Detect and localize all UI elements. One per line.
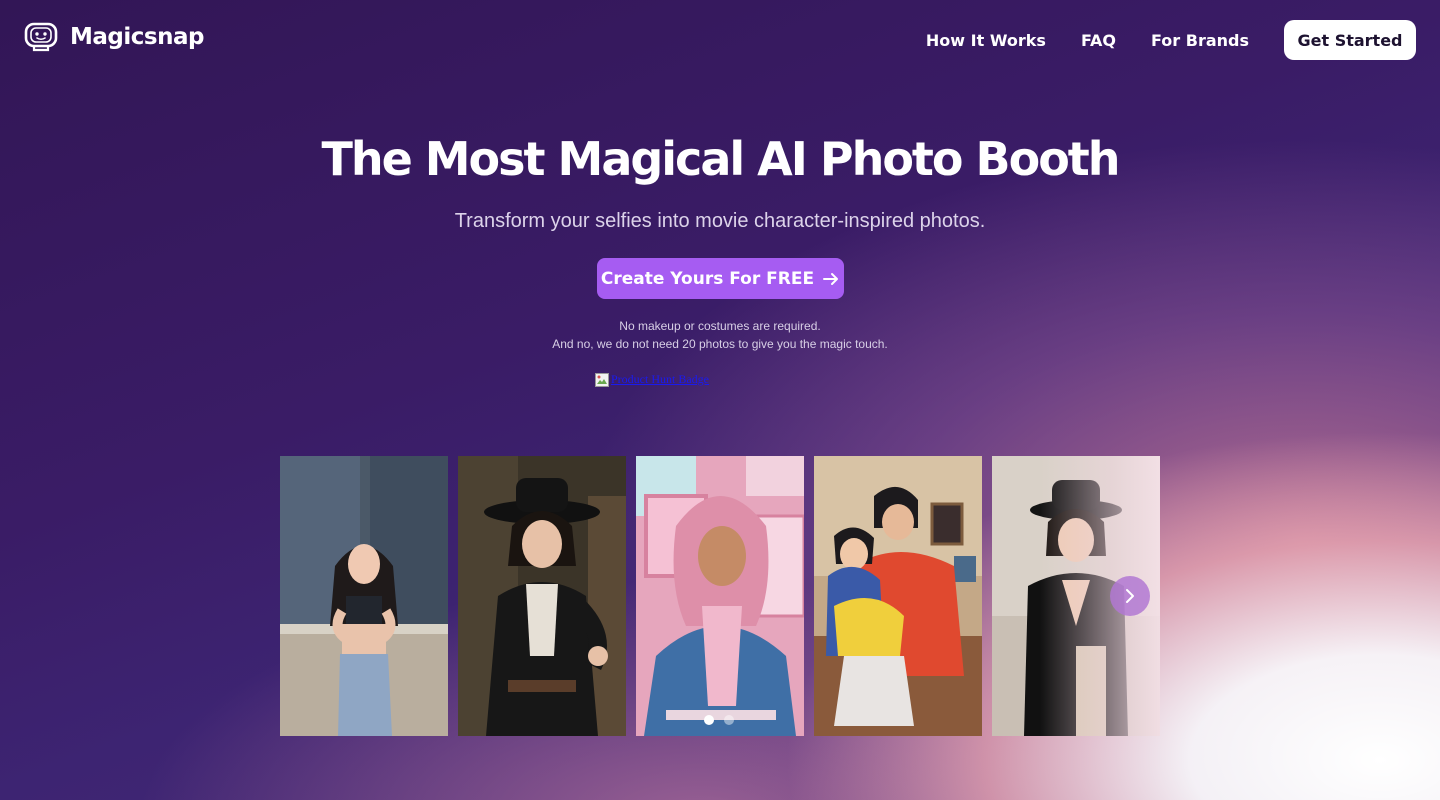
carousel-pagination (704, 715, 734, 725)
main-nav: How It Works FAQ For Brands Get Started (926, 20, 1416, 60)
photo-man-pink-hair (636, 456, 804, 736)
chevron-right-icon (1126, 589, 1134, 603)
hero-subtitle: Transform your selfies into movie charac… (454, 210, 986, 232)
hero-title: The Most Magical AI Photo Booth (321, 132, 1120, 186)
brand-logo[interactable]: Magicsnap (24, 22, 204, 52)
product-hunt-badge-link[interactable]: Product Hunt Badge (595, 372, 709, 387)
photo-woman-black-hat (458, 456, 626, 736)
carousel-photo[interactable] (280, 456, 448, 736)
face-frame-icon (24, 22, 58, 52)
arrow-right-icon (823, 272, 839, 285)
create-yours-button[interactable]: Create Yours For FREE (597, 258, 844, 299)
carousel-photo[interactable] (458, 456, 626, 736)
photo-carousel[interactable] (280, 456, 1160, 736)
get-started-button[interactable]: Get Started (1284, 20, 1416, 60)
hero-note-line-1: No makeup or costumes are required. (619, 319, 821, 333)
photo-anime-girl (280, 456, 448, 736)
site-header: Magicsnap How It Works FAQ For Brands Ge… (0, 0, 1440, 80)
nav-link-how-it-works[interactable]: How It Works (926, 31, 1046, 50)
photo-family-illustration (814, 456, 982, 736)
carousel-dot-1[interactable] (704, 715, 714, 725)
hero-note-line-2: And no, we do not need 20 photos to give… (552, 337, 888, 351)
carousel-dot-2[interactable] (724, 715, 734, 725)
broken-image-icon (595, 372, 609, 387)
nav-link-faq[interactable]: FAQ (1081, 31, 1116, 50)
carousel-photo[interactable] (636, 456, 804, 736)
brand-name: Magicsnap (70, 24, 204, 50)
carousel-photo[interactable] (814, 456, 982, 736)
carousel-next-button[interactable] (1110, 576, 1150, 616)
create-yours-label: Create Yours For FREE (600, 268, 815, 289)
product-hunt-badge-alt: Product Hunt Badge (611, 372, 709, 386)
nav-link-for-brands[interactable]: For Brands (1151, 31, 1249, 50)
